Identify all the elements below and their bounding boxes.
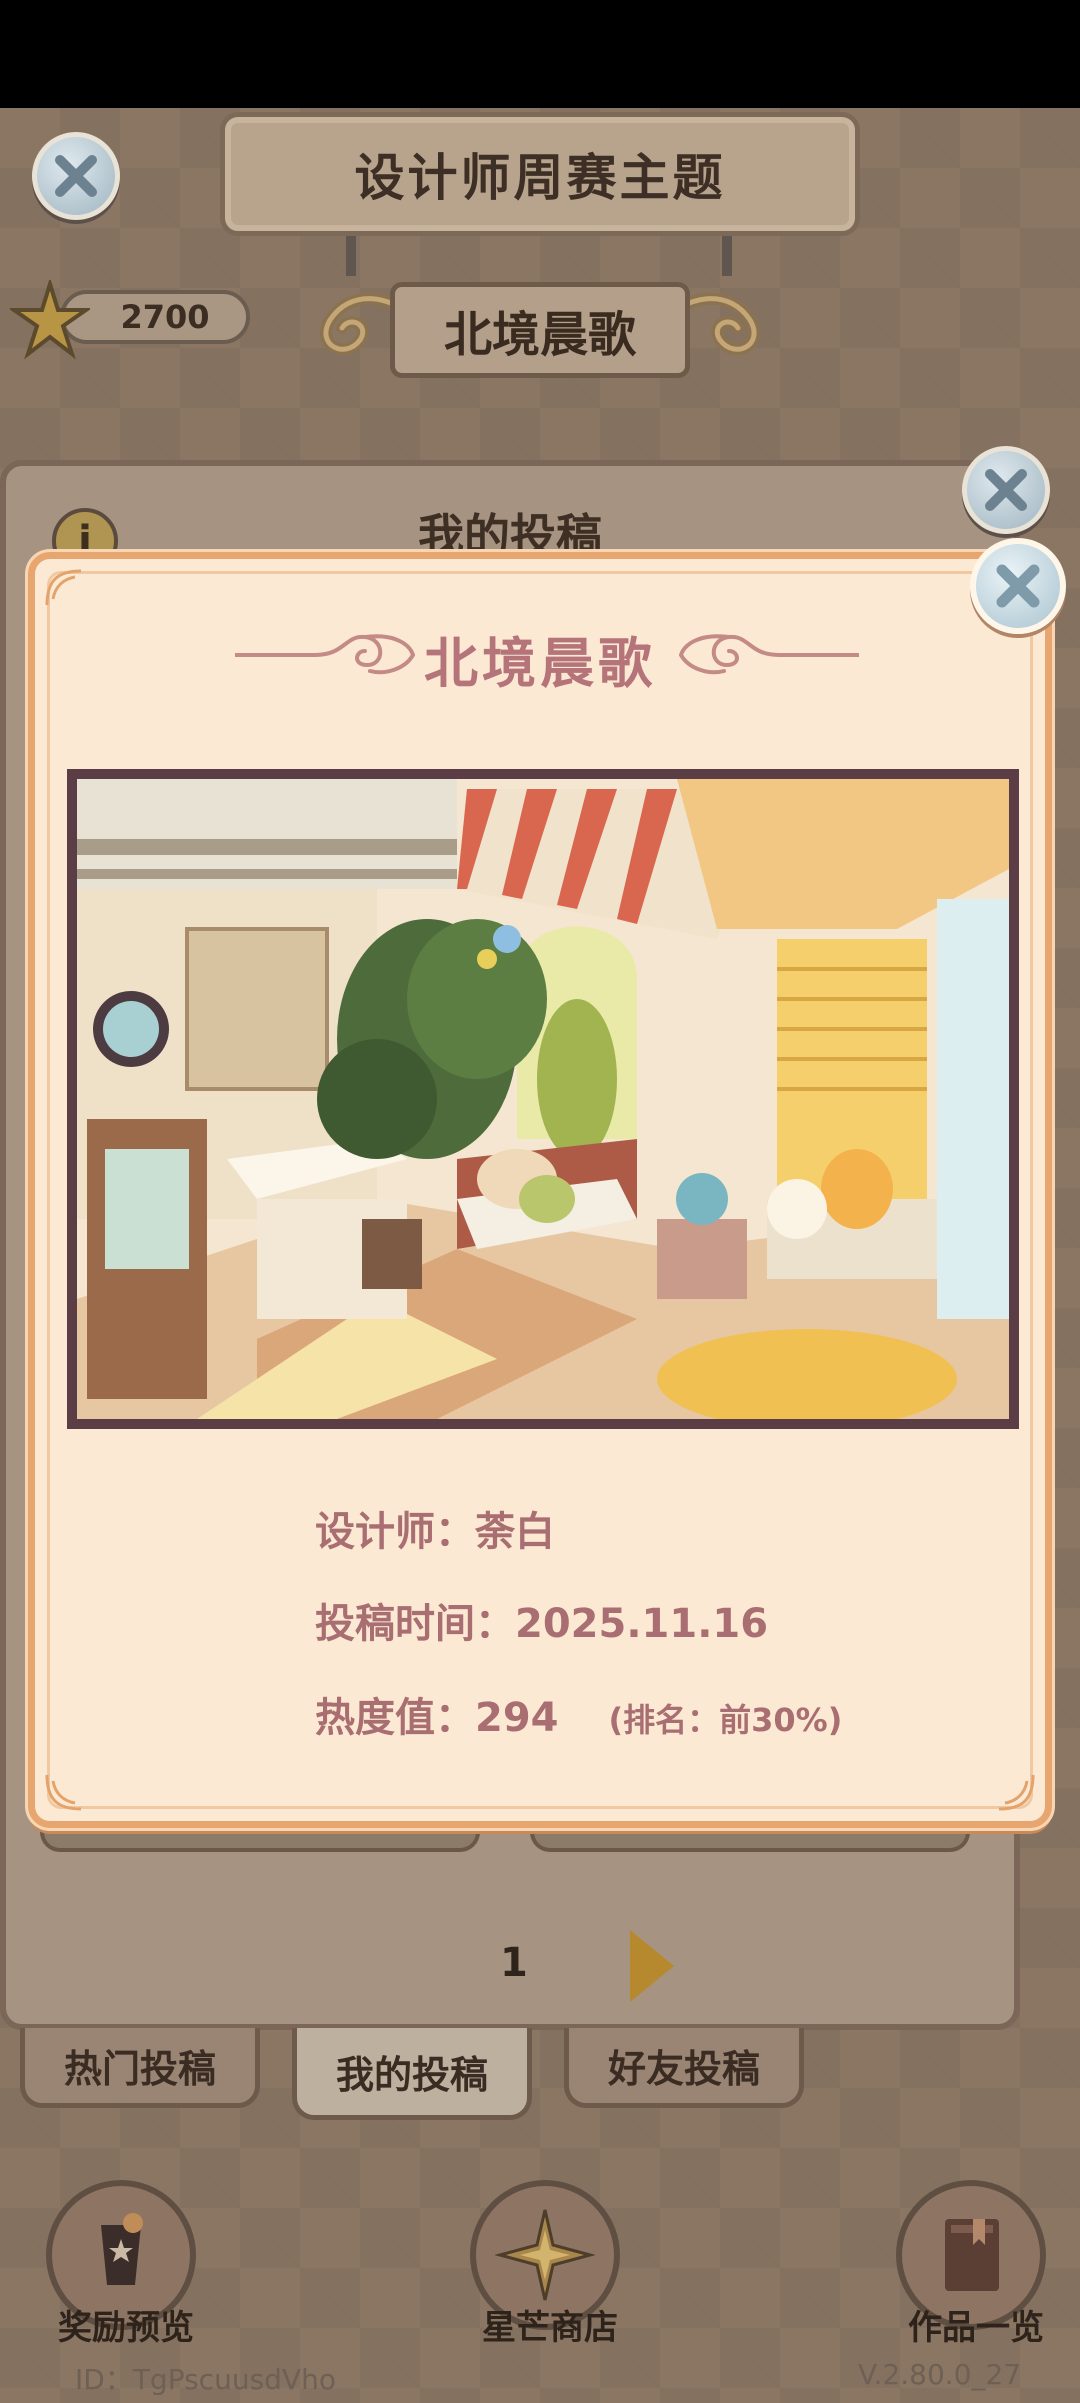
modal-title-wrap: 北境晨歌 (35, 619, 1045, 698)
next-page-arrow-icon[interactable] (630, 1930, 674, 2002)
page-title: 设计师周赛主题 (354, 149, 726, 207)
star-shop-label: 星芒商店 (482, 2308, 618, 2348)
back-close-button[interactable] (32, 132, 120, 220)
room-illustration (77, 779, 1009, 1419)
tab-friend-submissions[interactable]: 好友投稿 (564, 2028, 804, 2108)
reward-preview-button[interactable]: 奖励预览 (6, 2180, 206, 2360)
corner-ornament-icon (998, 1774, 1035, 1811)
modal-title: 北境晨歌 (424, 632, 656, 695)
star-shop-button[interactable]: 星芒商店 (430, 2180, 630, 2360)
theme-name: 北境晨歌 (443, 307, 636, 363)
reward-preview-label: 奖励预览 (58, 2308, 194, 2348)
submit-time-value: 2025.11.16 (515, 1601, 769, 1647)
submit-time-info: 投稿时间：2025.11.16 (315, 1591, 768, 1649)
app-version: V.2.80.0_27 (858, 2358, 1022, 2391)
star-count: 2700 (120, 298, 210, 336)
tab-label: 好友投稿 (607, 2047, 760, 2091)
close-icon (996, 564, 1040, 608)
tab-label: 热门投稿 (63, 2047, 216, 2091)
heat-label: 热度值： (315, 1695, 475, 1741)
star-currency: 2700 (10, 280, 250, 360)
page-title-plaque: 设计师周赛主题 (220, 112, 860, 236)
design-artwork-image[interactable] (67, 769, 1019, 1429)
works-overview-button[interactable]: 作品一览 (856, 2180, 1056, 2360)
tab-label: 我的投稿 (335, 2053, 488, 2097)
theme-name-box: 北境晨歌 (390, 282, 690, 378)
theme-plaque: 北境晨歌 (300, 270, 780, 390)
corner-ornament-icon (45, 1774, 82, 1811)
tab-hot-submissions[interactable]: 热门投稿 (20, 2028, 260, 2108)
title-swirl-right-icon (679, 634, 859, 675)
rank-info: (排名：前30%) (608, 1701, 843, 1739)
designer-info: 设计师：荼白 (315, 1509, 555, 1555)
player-id: ID：TgPscuusdVho (75, 2363, 336, 2396)
panel-close-button[interactable] (962, 446, 1050, 534)
modal-close-button[interactable] (970, 538, 1066, 634)
works-overview-label: 作品一览 (908, 2308, 1044, 2348)
heat-value: 294 (475, 1695, 559, 1741)
page-number: 1 (500, 1940, 528, 1986)
corner-ornament-icon (45, 569, 82, 606)
status-bar (0, 0, 1080, 108)
submission-tabs: 热门投稿 我的投稿 好友投稿 (20, 2028, 1020, 2138)
pagination: 1 (480, 1930, 680, 2010)
star-shop-icon (495, 2209, 595, 2301)
close-icon (55, 155, 97, 197)
trophy-icon (101, 2213, 143, 2285)
star-icon (10, 280, 90, 360)
submission-detail-modal: 北境晨歌 设计师：荼白 投稿时间：2025.11.16 热度值：294 (排名：… (28, 552, 1052, 1828)
book-icon (945, 2219, 999, 2291)
heat-info: 热度值：294 (排名：前30%) (315, 1685, 842, 1743)
submit-time-label: 投稿时间： (315, 1601, 515, 1647)
close-icon (985, 469, 1027, 511)
tab-my-submissions[interactable]: 我的投稿 (292, 2028, 532, 2120)
